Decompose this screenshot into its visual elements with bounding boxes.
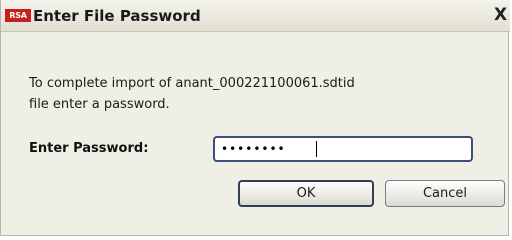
password-input[interactable] (213, 136, 473, 162)
rsa-logo-icon: RSA (5, 9, 31, 22)
import-message: To complete import of anant_000221100061… (29, 76, 355, 112)
password-label: Enter Password: (29, 141, 149, 156)
file-password-dialog: RSA Enter File Password X To complete im… (0, 0, 510, 236)
text-caret (316, 141, 317, 157)
ok-button[interactable]: OK (238, 180, 374, 207)
close-button[interactable]: X (491, 4, 510, 26)
cancel-button[interactable]: Cancel (385, 180, 505, 207)
title-bar[interactable]: RSA Enter File Password X (1, 0, 510, 32)
dialog-title: Enter File Password (33, 7, 201, 25)
